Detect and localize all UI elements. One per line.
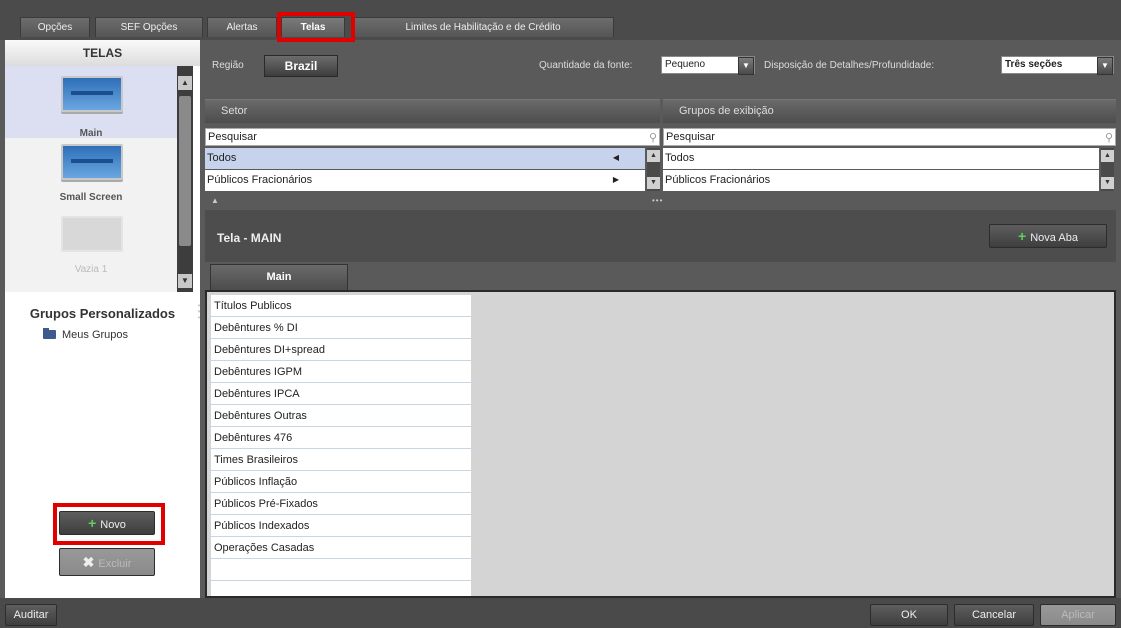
region-label: Região [212,60,244,71]
new-tab-label: Nova Aba [1030,232,1078,244]
sector-scrollbar[interactable]: ▲ ▼ [647,148,660,191]
highlight-telas-tab [277,12,355,42]
list-item-label: Todos [207,152,237,164]
display-group-item-all[interactable]: Todos [663,148,1099,169]
screen-header: Tela - MAIN + Nova Aba [205,210,1116,262]
monitor-icon [61,216,123,252]
display-groups-scrollbar[interactable]: ▲ ▼ [1101,148,1114,191]
scroll-up-icon[interactable]: ▲ [1101,150,1114,162]
left-arrow-icon[interactable]: ◀ [613,148,619,168]
right-arrow-icon[interactable]: ▶ [613,170,619,190]
new-tab-button[interactable]: + Nova Aba [989,224,1107,248]
chevron-down-icon[interactable]: ▼ [738,57,754,75]
screens-list: Main Small Screen Vazia 1 [5,66,177,292]
list-item[interactable]: Times Brasileiros [211,449,471,471]
scroll-down-icon[interactable]: ▼ [1101,177,1114,189]
screen-item-empty[interactable]: Vazia 1 [5,210,177,282]
top-tab-bar: Opções SEF Opções Alertas Telas Limites … [0,0,1121,42]
screen-groups-list: Títulos Publicos Debêntures % DI Debêntu… [211,295,471,596]
screen-item-small[interactable]: Small Screen [5,138,177,210]
list-item[interactable]: Debêntures Outras [211,405,471,427]
layout-label: Disposição de Detalhes/Profundidade: [764,60,935,71]
search-placeholder: Pesquisar [666,131,715,143]
screen-title: Tela - MAIN [217,231,282,245]
list-item-empty [211,559,471,581]
plus-icon: + [1018,228,1027,244]
display-groups-header: Grupos de exibição [663,99,1116,123]
region-button[interactable]: Brazil [264,55,338,77]
list-item[interactable]: Debêntures DI+spread [211,339,471,361]
layout-value: Três seções [1005,59,1063,70]
monitor-icon [61,76,123,112]
list-item-label: Públicos Fracionários [207,174,313,186]
screens-header: TELAS [5,40,200,66]
sector-item-fractional[interactable]: Públicos Fracionários ▶ [205,170,645,191]
list-item[interactable]: Públicos Indexados [211,515,471,537]
splitter-handle[interactable]: ••• [652,196,663,205]
highlight-new-button [53,503,165,545]
list-item[interactable]: Debêntures IPCA [211,383,471,405]
list-item-label: Todos [665,152,695,164]
tab-sef-opcoes[interactable]: SEF Opções [95,17,203,37]
screen-item-main[interactable]: Main [5,66,177,139]
ok-button[interactable]: OK [870,604,948,626]
list-item[interactable]: Debêntures IGPM [211,361,471,383]
list-item[interactable]: Debêntures 476 [211,427,471,449]
delete-button-label: Excluir [98,558,132,570]
apply-button[interactable]: Aplicar [1040,604,1116,626]
custom-groups-title: Grupos Personalizados [29,306,176,321]
list-item[interactable]: Debêntures % DI [211,317,471,339]
sector-search-input[interactable]: Pesquisar ⚲ [205,128,660,146]
search-placeholder: Pesquisar [208,131,257,143]
chevron-down-icon[interactable]: ▼ [1097,57,1113,75]
delete-group-button[interactable]: ✖ Excluir [59,548,155,576]
search-icon[interactable]: ⚲ [649,130,657,146]
screen-label: Vazia 1 [74,264,108,275]
list-item[interactable]: Títulos Publicos [211,295,471,317]
font-size-value: Pequeno [665,59,706,70]
display-groups-search-input[interactable]: Pesquisar ⚲ [663,128,1116,146]
my-groups-item[interactable]: Meus Grupos [43,328,129,341]
sector-item-all[interactable]: Todos ◀ [205,148,645,169]
display-group-item-fractional[interactable]: Públicos Fracionários [663,170,1099,191]
scroll-down-icon[interactable]: ▼ [647,177,660,189]
scroll-thumb[interactable] [179,96,191,246]
search-icon[interactable]: ⚲ [1105,130,1113,146]
font-size-select[interactable]: Pequeno ▼ [661,56,755,75]
close-icon: ✖ [82,554,95,570]
scroll-up-icon[interactable]: ▲ [178,76,192,90]
tab-main[interactable]: Main [210,264,348,290]
my-groups-label: Meus Grupos [62,329,129,341]
tab-opcoes[interactable]: Opções [20,17,90,37]
tab-alertas[interactable]: Alertas [207,17,277,37]
monitor-icon [61,144,123,180]
cancel-button[interactable]: Cancelar [954,604,1034,626]
list-item[interactable]: Operações Casadas [211,537,471,559]
bottom-bar: Auditar OK Cancelar Aplicar [0,598,1121,628]
font-size-label: Quantidade da fonte: [539,60,633,71]
sector-header: Setor [205,99,660,123]
audit-button[interactable]: Auditar [5,604,57,626]
layout-select[interactable]: Três seções ▼ [1001,56,1114,75]
list-item-label: Públicos Fracionários [665,174,771,186]
splitter-handle[interactable]: ••• [196,302,202,333]
collapse-up-icon[interactable]: ▲ [211,196,219,205]
tab-limites[interactable]: Limites de Habilitação e de Crédito [352,17,614,37]
screens-scrollbar[interactable]: ▲ ▼ [177,66,193,292]
scroll-down-icon[interactable]: ▼ [178,274,192,288]
list-item[interactable]: Públicos Pré-Fixados [211,493,471,515]
scroll-up-icon[interactable]: ▲ [647,150,660,162]
list-item[interactable]: Públicos Inflação [211,471,471,493]
folder-icon [43,328,56,339]
screens-panel: TELAS Main Small Screen Vazia 1 ▲ ▼ Grup… [5,40,200,598]
screen-label: Small Screen [59,192,123,203]
screen-groups-area: Títulos Publicos Debêntures % DI Debêntu… [205,290,1116,598]
